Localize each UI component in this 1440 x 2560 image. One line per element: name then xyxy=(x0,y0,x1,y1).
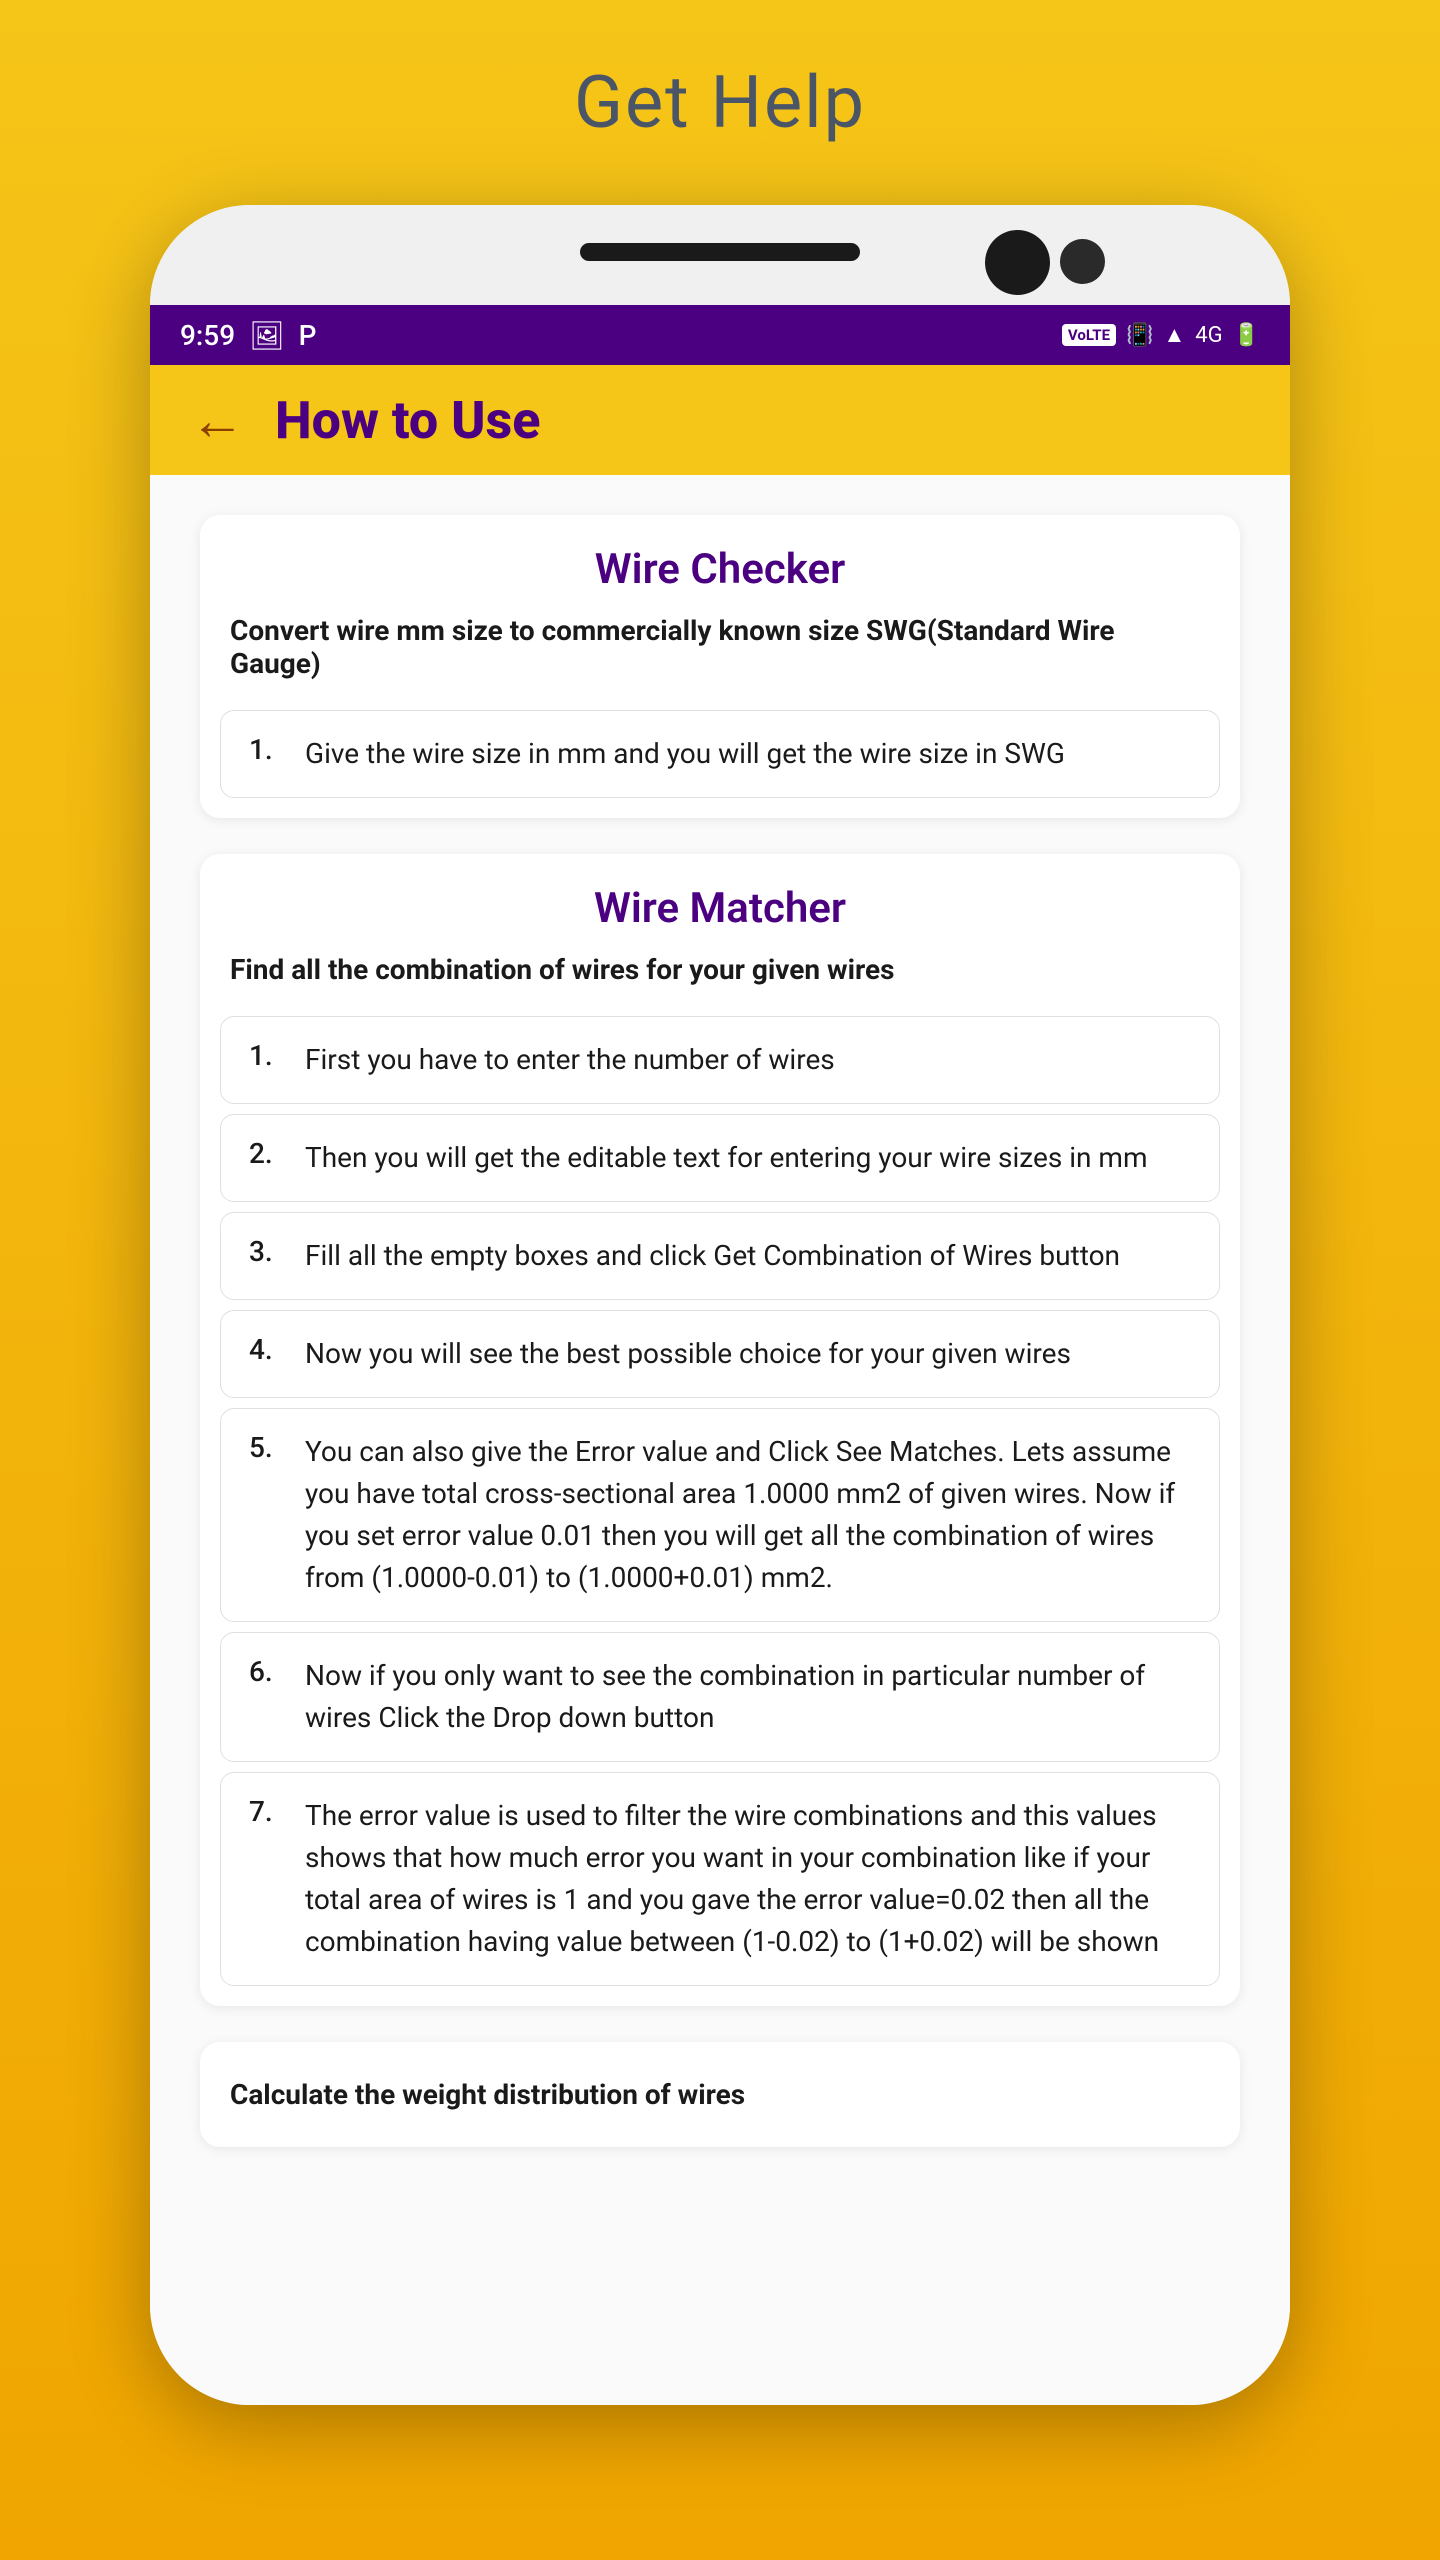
parking-icon: P xyxy=(299,319,317,352)
battery-icon: 🔋 xyxy=(1233,323,1260,348)
camera-main xyxy=(985,230,1050,295)
weight-distribution-section: Calculate the weight distribution of wir… xyxy=(200,2042,1240,2147)
phone-frame: 9:59 🖼 P VoLTE 📳 ▲ 4G 🔋 ← How to Use Wir… xyxy=(150,205,1290,2405)
volte-badge: VoLTE xyxy=(1062,324,1116,346)
list-item: 1. First you have to enter the number of… xyxy=(220,1016,1220,1104)
status-time-area: 9:59 🖼 P xyxy=(180,319,317,352)
instruction-num-1: 1. xyxy=(249,733,287,766)
app-header: ← How to Use xyxy=(150,365,1290,475)
list-item: 4. Now you will see the best possible ch… xyxy=(220,1310,1220,1398)
matcher-num-6: 6. xyxy=(249,1655,287,1688)
list-item: 1. Give the wire size in mm and you will… xyxy=(220,710,1220,798)
status-bar: 9:59 🖼 P VoLTE 📳 ▲ 4G 🔋 xyxy=(150,305,1290,365)
gallery-icon: 🖼 xyxy=(249,319,285,352)
phone-top-bezel xyxy=(150,205,1290,305)
network-icon: 4G xyxy=(1195,323,1222,348)
list-item: 3. Fill all the empty boxes and click Ge… xyxy=(220,1212,1220,1300)
camera-secondary xyxy=(1060,239,1105,284)
list-item: 2. Then you will get the editable text f… xyxy=(220,1114,1220,1202)
header-title: How to Use xyxy=(275,390,540,451)
page-title: Get Help xyxy=(574,60,866,145)
vibrate-icon: 📳 xyxy=(1126,323,1153,348)
matcher-num-1: 1. xyxy=(249,1039,287,1072)
list-item: 5. You can also give the Error value and… xyxy=(220,1408,1220,1622)
wire-matcher-section: Wire Matcher Find all the combination of… xyxy=(200,854,1240,2006)
wire-checker-title: Wire Checker xyxy=(200,515,1240,604)
wire-checker-subtitle: Convert wire mm size to commercially kno… xyxy=(200,604,1240,700)
weight-distribution-title: Calculate the weight distribution of wir… xyxy=(230,2078,1210,2111)
list-item: 6. Now if you only want to see the combi… xyxy=(220,1632,1220,1762)
matcher-num-4: 4. xyxy=(249,1333,287,1366)
wire-matcher-subtitle: Find all the combination of wires for yo… xyxy=(200,943,1240,1006)
matcher-text-5: You can also give the Error value and Cl… xyxy=(305,1431,1191,1599)
matcher-text-6: Now if you only want to see the combinat… xyxy=(305,1655,1191,1739)
matcher-num-7: 7. xyxy=(249,1795,287,1828)
back-button[interactable]: ← xyxy=(190,388,245,453)
matcher-num-3: 3. xyxy=(249,1235,287,1268)
wire-checker-section: Wire Checker Convert wire mm size to com… xyxy=(200,515,1240,818)
matcher-text-3: Fill all the empty boxes and click Get C… xyxy=(305,1235,1120,1277)
matcher-num-2: 2. xyxy=(249,1137,287,1170)
wire-matcher-title: Wire Matcher xyxy=(200,854,1240,943)
signal-icon: ▲ xyxy=(1163,322,1185,348)
list-item: 7. The error value is used to filter the… xyxy=(220,1772,1220,1986)
notch-bar xyxy=(580,243,860,261)
matcher-text-4: Now you will see the best possible choic… xyxy=(305,1333,1071,1375)
matcher-text-7: The error value is used to filter the wi… xyxy=(305,1795,1191,1963)
app-content: Wire Checker Convert wire mm size to com… xyxy=(150,475,1290,2405)
status-icons-right: VoLTE 📳 ▲ 4G 🔋 xyxy=(1062,322,1260,348)
time-display: 9:59 xyxy=(180,319,235,352)
matcher-text-1: First you have to enter the number of wi… xyxy=(305,1039,835,1081)
instruction-text-1: Give the wire size in mm and you will ge… xyxy=(305,733,1065,775)
matcher-text-2: Then you will get the editable text for … xyxy=(305,1137,1148,1179)
matcher-num-5: 5. xyxy=(249,1431,287,1464)
